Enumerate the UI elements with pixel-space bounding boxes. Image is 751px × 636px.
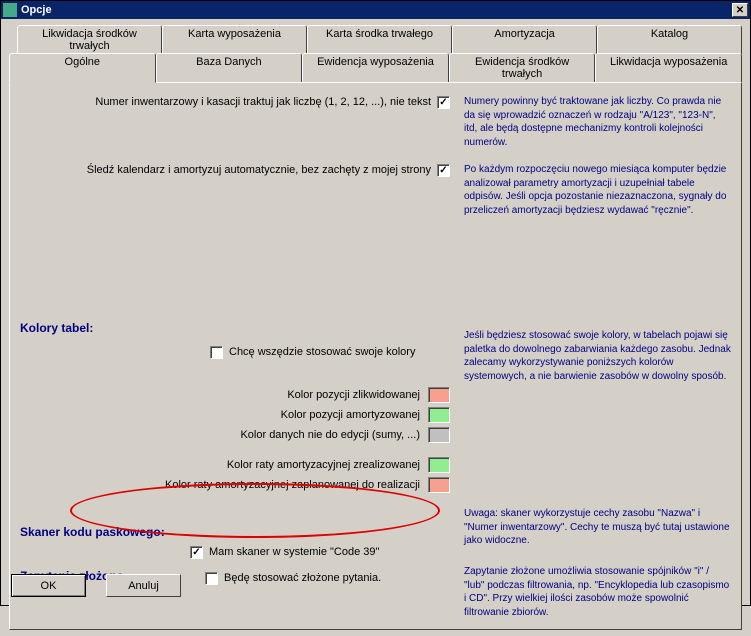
tab-katalog[interactable]: Katalog [597, 25, 742, 54]
opt-kalendarz-label: Śledź kalendarz i amortyzuj automatyczni… [20, 163, 437, 176]
app-icon [3, 3, 17, 17]
scanner-checkbox[interactable] [190, 546, 203, 559]
c5-label: Kolor raty amortyzacyjnej zaplanowanej d… [165, 479, 428, 491]
opt-kalendarz-checkbox[interactable] [437, 164, 450, 177]
opt-numer-label: Numer inwentarzowy i kasacji traktuj jak… [20, 95, 437, 108]
tab-likwidacja-srodkow[interactable]: Likwidacja środków trwałych [17, 25, 162, 54]
window-title: Opcje [21, 4, 732, 16]
zapytania-checkbox[interactable] [205, 572, 218, 585]
tab-row-top: Likwidacja środków trwałych Karta wyposa… [17, 25, 742, 54]
c1-swatch[interactable] [428, 387, 450, 403]
c3-label: Kolor danych nie do edycji (sumy, ...) [240, 429, 428, 441]
scanner-help: Uwaga: skaner wykorzystuje cechy zasobu … [450, 505, 731, 548]
titlebar: Opcje ✕ [1, 1, 750, 19]
opt-numer-checkbox[interactable] [437, 96, 450, 109]
c5-swatch[interactable] [428, 477, 450, 493]
tab-amortyzacja[interactable]: Amortyzacja [452, 25, 597, 54]
tab-baza-danych[interactable]: Baza Danych [156, 53, 303, 82]
c3-swatch[interactable] [428, 427, 450, 443]
c4-swatch[interactable] [428, 457, 450, 473]
opt-numer-help: Numery powinny być traktowane jak liczby… [450, 95, 731, 149]
tab-ewidencja-srodkow[interactable]: Ewidencja środków trwałych [449, 53, 596, 82]
kolory-help: Jeśli będziesz stosować swoje kolory, w … [450, 301, 731, 383]
tab-content: Numer inwentarzowy i kasacji traktuj jak… [9, 82, 742, 630]
cancel-button[interactable]: Anuluj [106, 574, 181, 597]
section-kolory-title: Kolory tabel: [20, 321, 450, 335]
c1-label: Kolor pozycji zlikwidowanej [287, 389, 428, 401]
opt-kalendarz-help: Po każdym rozpoczęciu nowego miesiąca ko… [450, 163, 731, 217]
tab-karta-srodka[interactable]: Karta środka trwałego [307, 25, 452, 54]
close-button[interactable]: ✕ [732, 3, 748, 17]
tab-row-bottom: Ogólne Baza Danych Ewidencja wyposażenia… [9, 53, 742, 82]
c4-label: Kolor raty amortyzacyjnej zrealizowanej [227, 459, 428, 471]
c2-swatch[interactable] [428, 407, 450, 423]
scanner-label: Mam skaner w systemie "Code 39" [209, 546, 379, 558]
section-skaner-title: Skaner kodu paskowego: [20, 525, 450, 539]
own-colors-checkbox[interactable] [210, 346, 223, 359]
tab-likwidacja-wyposazenia[interactable]: Likwidacja wyposażenia [595, 53, 742, 82]
c2-label: Kolor pozycji amortyzowanej [281, 409, 428, 421]
tab-ewidencja-wyposazenia[interactable]: Ewidencja wyposażenia [302, 53, 449, 82]
tab-karta-wyposazenia[interactable]: Karta wyposażenia [162, 25, 307, 54]
ok-button[interactable]: OK [11, 574, 86, 597]
own-colors-label: Chcę wszędzie stosować swoje kolory [229, 346, 415, 358]
zapytania-help: Zapytanie złożone umożliwia stosowanie s… [450, 565, 731, 619]
tab-ogolne[interactable]: Ogólne [9, 53, 156, 83]
zapytania-label: Będę stosować złożone pytania. [224, 572, 381, 584]
